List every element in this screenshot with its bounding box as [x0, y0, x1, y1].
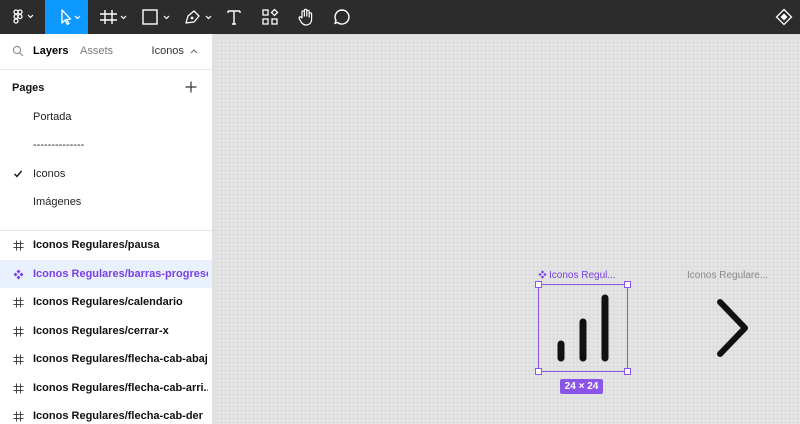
diamond-icon [775, 8, 793, 26]
text-tool-button[interactable] [222, 0, 246, 34]
dev-mode-button[interactable] [772, 0, 796, 34]
layer-label: Iconos Regulares/pausa [33, 239, 160, 251]
frame-tool-button[interactable] [96, 0, 130, 34]
current-page-label: Iconos [151, 45, 184, 57]
pen-tool-button[interactable] [182, 0, 216, 34]
layer-row[interactable]: Iconos Regulares/flecha-cab-abajo [0, 345, 212, 373]
search-icon[interactable] [12, 45, 24, 57]
resize-handle-bottom-right[interactable] [624, 368, 631, 375]
resources-tool-button[interactable] [258, 0, 282, 34]
frame-hash-icon [13, 240, 24, 251]
layer-label: Iconos Regulares/flecha-cab-der [33, 410, 203, 422]
layer-label: Iconos Regulares/flecha-cab-arri... [33, 382, 208, 394]
page-item-imagenes[interactable]: Imágenes [0, 188, 212, 216]
page-label: -------------- [33, 139, 85, 151]
layer-row[interactable]: Iconos Regulares/flecha-cab-der [0, 402, 212, 424]
frame-hash-icon [13, 297, 24, 308]
frame-hash-icon [13, 411, 24, 422]
component-icon [538, 270, 547, 279]
page-item-separator[interactable]: -------------- [0, 131, 212, 159]
tab-layers[interactable]: Layers [33, 45, 68, 57]
layer-label: Iconos Regulares/flecha-cab-abajo [33, 353, 208, 365]
shape-tool-button[interactable] [140, 0, 174, 34]
page-switcher[interactable]: Iconos [152, 45, 198, 57]
design-canvas[interactable]: Iconos Regul... Iconos Regulare... 24 × … [213, 34, 800, 424]
progress-bars-icon[interactable] [553, 292, 613, 364]
frame-hash-icon [13, 326, 24, 337]
pages-header: Pages [12, 82, 45, 94]
page-item-iconos[interactable]: Iconos [0, 160, 212, 188]
resize-handle-top-right[interactable] [624, 281, 631, 288]
frame-hash-icon [13, 354, 24, 365]
frame-label[interactable]: Iconos Regulare... [687, 270, 768, 281]
figma-menu-button[interactable] [4, 0, 42, 34]
chevron-right-icon[interactable] [711, 296, 753, 360]
layer-label: Iconos Regulares/cerrar-x [33, 325, 169, 337]
page-item-portada[interactable]: Portada [0, 103, 212, 131]
page-label: Iconos [33, 168, 66, 180]
text-t-icon [227, 10, 241, 25]
checkmark-icon [14, 170, 23, 178]
component-icon [13, 269, 24, 280]
layer-label: Iconos Regulares/calendario [33, 296, 183, 308]
comment-bubble-icon [334, 9, 350, 25]
rectangle-icon [142, 9, 170, 25]
resources-grid-icon [262, 8, 279, 25]
chevron-up-icon [190, 49, 198, 54]
layer-row[interactable]: Iconos Regulares/calendario [0, 288, 212, 316]
cursor-arrow-icon [60, 9, 80, 26]
hand-icon [298, 8, 313, 26]
resize-handle-bottom-left[interactable] [535, 368, 542, 375]
pen-icon [185, 10, 212, 24]
size-badge: 24 × 24 [560, 379, 603, 394]
hand-tool-button[interactable] [294, 0, 318, 34]
tab-assets[interactable]: Assets [80, 45, 113, 57]
frame-label-text: Iconos Regul... [549, 270, 616, 281]
panel-tabs: Layers Assets Iconos [0, 34, 212, 70]
move-tool-button[interactable] [45, 0, 88, 34]
layer-row[interactable]: Iconos Regulares/flecha-cab-arri... [0, 374, 212, 402]
figma-logo-icon [13, 9, 34, 24]
frame-hash-icon [100, 10, 127, 24]
layers-panel: Layers Assets Iconos Pages Portada -----… [0, 34, 213, 424]
resize-handle-top-left[interactable] [535, 281, 542, 288]
add-page-plus-icon[interactable] [185, 81, 197, 93]
layer-row[interactable]: Iconos Regulares/cerrar-x [0, 317, 212, 345]
frame-hash-icon [13, 383, 24, 394]
page-label: Portada [33, 111, 72, 123]
layer-row-selected[interactable]: Iconos Regulares/barras-progreso [0, 260, 212, 288]
frame-label-selected[interactable]: Iconos Regul... [538, 270, 616, 281]
toolbar [0, 0, 800, 34]
page-label: Imágenes [33, 196, 82, 208]
layer-label: Iconos Regulares/barras-progreso [33, 268, 208, 280]
layer-row[interactable]: Iconos Regulares/pausa [0, 231, 212, 259]
comment-tool-button[interactable] [330, 0, 354, 34]
